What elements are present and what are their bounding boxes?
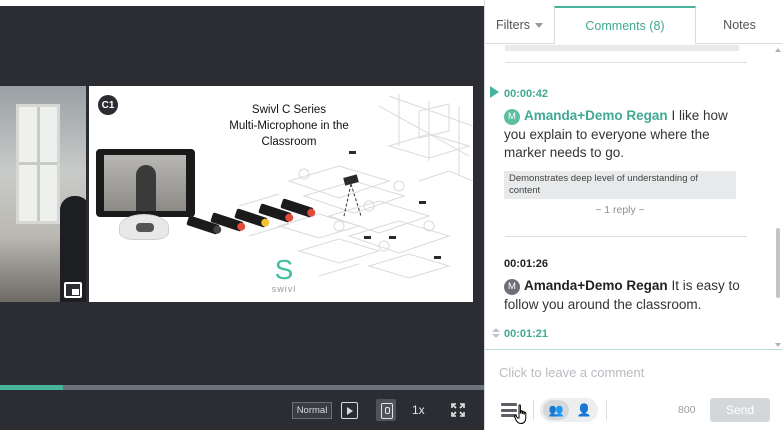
timestamp-adjust-icon[interactable] bbox=[492, 328, 500, 340]
comment-body: M Amanda+Demo Regan I like how you explai… bbox=[504, 107, 750, 163]
tab-notes[interactable]: Notes bbox=[696, 6, 782, 44]
comment-divider bbox=[505, 62, 747, 63]
rubric-tag[interactable]: Demonstrates deep level of understanding… bbox=[504, 171, 736, 199]
slide-title: Swivl C Series Multi-Microphone in the C… bbox=[199, 102, 379, 150]
playback-speed-button[interactable]: 1x bbox=[412, 403, 425, 417]
avatar: M bbox=[504, 109, 520, 125]
comment-feed[interactable]: 00:00:42 M Amanda+Demo Regan I like how y… bbox=[485, 45, 775, 350]
previous-comment-tag-partial bbox=[505, 45, 739, 51]
comment-input[interactable] bbox=[499, 362, 769, 382]
video-progress-bar[interactable] bbox=[0, 385, 484, 390]
replies-link[interactable]: ~ 1 reply ~ bbox=[504, 204, 736, 216]
tablet-screen bbox=[104, 155, 186, 211]
slide-title-line: Swivl C Series bbox=[251, 104, 327, 116]
tab-comments[interactable]: Comments (8) bbox=[554, 6, 696, 45]
play-comment-icon[interactable] bbox=[490, 86, 499, 98]
private-visibility-icon[interactable]: 👤 bbox=[574, 400, 594, 420]
avatar: M bbox=[504, 279, 520, 295]
toolbar-divider bbox=[606, 400, 607, 420]
comment-author: Amanda+Demo Regan bbox=[524, 278, 668, 293]
chevron-down-icon bbox=[535, 22, 544, 28]
toolbar-divider bbox=[533, 400, 534, 420]
comment-timestamp-row: 00:01:21 bbox=[485, 322, 782, 350]
swivl-logo-word: swivl bbox=[271, 284, 297, 294]
webcam-feed[interactable] bbox=[0, 86, 86, 302]
comment-body: M Amanda+Demo Regan It is easy to follow … bbox=[504, 277, 750, 314]
tab-filters-label: Filters bbox=[495, 18, 531, 32]
tablet-screen-person bbox=[136, 165, 156, 211]
tab-filters[interactable]: Filters bbox=[485, 6, 554, 44]
comment-scrollbar[interactable] bbox=[775, 48, 781, 348]
picture-in-picture-icon[interactable] bbox=[64, 282, 82, 298]
presentation-slide: C1 Swivl C Series Multi-Microphone in th… bbox=[89, 86, 473, 302]
visibility-toggle[interactable]: 👥 👤 bbox=[540, 398, 598, 422]
send-button[interactable]: Send bbox=[710, 398, 770, 422]
playback-mode-button[interactable]: Normal bbox=[292, 402, 332, 419]
play-icon[interactable] bbox=[341, 402, 358, 419]
video-player[interactable]: C1 Swivl C Series Multi-Microphone in th… bbox=[0, 0, 484, 430]
video-progress-fill bbox=[0, 385, 63, 390]
character-count: 800 bbox=[678, 404, 696, 416]
comment-timestamp[interactable]: 00:00:42 bbox=[504, 88, 548, 100]
slide-title-line: Multi-Microphone in the bbox=[229, 120, 349, 132]
app-root: C1 Swivl C Series Multi-Microphone in th… bbox=[0, 0, 782, 430]
group-visibility-icon[interactable]: 👥 bbox=[543, 400, 569, 420]
comments-panel: Filters Comments (8) Notes 00:00:42 M Ama… bbox=[484, 0, 782, 430]
current-timestamp[interactable]: 00:01:21 bbox=[504, 328, 548, 340]
comment-author: Amanda+Demo Regan bbox=[524, 108, 668, 123]
mouse-cursor-icon bbox=[514, 404, 527, 425]
player-top-strip bbox=[0, 0, 484, 6]
fullscreen-icon[interactable] bbox=[451, 403, 465, 417]
webcam-window-scenery bbox=[16, 104, 60, 224]
tablet-device-image bbox=[96, 149, 195, 217]
comment-timestamp[interactable]: 00:01:26 bbox=[504, 258, 548, 270]
panel-tabs: Filters Comments (8) Notes bbox=[485, 0, 782, 45]
robot-base-image bbox=[119, 214, 169, 240]
swivl-logo-mark: S bbox=[274, 254, 294, 285]
camera-switch-icon[interactable] bbox=[376, 399, 396, 421]
comment-divider bbox=[505, 236, 747, 237]
slide-title-line: Classroom bbox=[261, 136, 317, 148]
camera-badge: C1 bbox=[98, 95, 118, 115]
scrollbar-thumb[interactable] bbox=[776, 228, 780, 298]
swivl-logo: S swivl bbox=[264, 254, 304, 295]
scroll-up-arrow-icon[interactable] bbox=[775, 48, 781, 52]
